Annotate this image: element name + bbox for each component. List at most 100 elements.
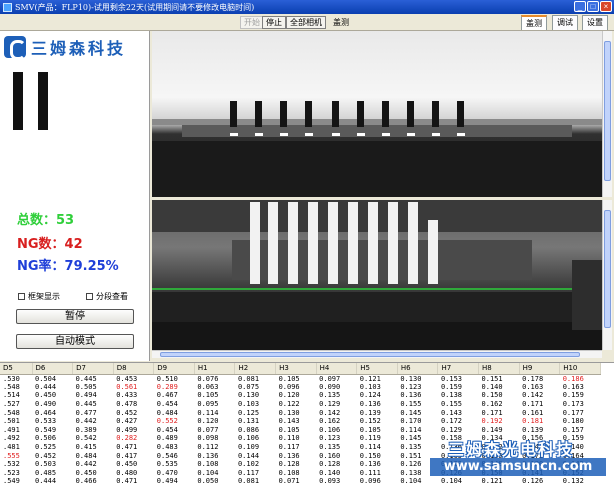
table-cell: 0.466 [75,477,97,484]
table-cell: 0.120 [197,417,219,426]
table-cell: .501 [3,417,20,426]
table-row[interactable]: .491 0.549 0.389 0.499 0.454 0.077 0.086 0.105 0… [0,426,600,435]
all-cameras-button[interactable]: 全部相机 [286,16,326,29]
table-cell: 0.131 [237,417,260,426]
table-row[interactable]: .532 0.503 0.442 0.450 0.535 0.108 0.102 0.128 0… [0,460,600,469]
table-cell: 0.103 [237,400,260,409]
start-button[interactable]: 开始 [240,16,264,29]
show-frame-checkbox[interactable]: 框架显示 [18,291,60,302]
column-header[interactable]: H5 [356,363,398,375]
column-header[interactable]: D8 [113,363,155,375]
step-view-checkbox[interactable]: 分段查看 [86,291,128,302]
measurement-table[interactable]: D5 D6 D7 D8 D9 H1 H2 H3 H4 H5 H6 H7 H8 H9 H10 .530 0.50… [0,362,614,484]
total-count: 总数：53 [17,213,75,228]
table-cell: 0.120 [278,391,300,400]
status-indicator-bar [38,72,48,130]
maximize-button[interactable]: □ [587,1,599,12]
table-cell: 0.093 [319,477,341,484]
minimize-button[interactable]: _ [574,1,586,12]
table-cell: 0.071 [278,477,300,484]
auto-mode-button[interactable]: 自动模式 [16,334,134,349]
camera-bottom-horizontal-scrollbar[interactable] [152,350,602,358]
table-row[interactable]: .523 0.485 0.450 0.480 0.470 0.104 0.117 0.108 0… [0,469,600,478]
table-cell: 0.129 [319,400,341,409]
table-cell: 0.112 [197,443,219,452]
table-cell: 0.494 [156,477,178,484]
table-cell: 0.117 [278,443,300,452]
scrollbar-thumb[interactable] [160,352,580,357]
table-cell: 0.453 [116,374,138,383]
column-header[interactable]: D5 [0,363,33,375]
tab-inspection[interactable]: 盖测 [521,15,547,30]
table-cell: 0.552 [156,417,178,426]
stop-button[interactable]: 停止 [262,16,286,29]
table-cell: 0.178 [522,374,544,383]
table-cell: 0.138 [440,391,463,400]
table-cell: 0.478 [116,400,138,409]
close-button[interactable]: × [600,1,612,12]
table-cell: 0.289 [156,382,178,391]
column-header[interactable]: H10 [559,363,601,375]
table-cell: 0.105 [278,425,300,434]
camera-top-vertical-scrollbar[interactable] [602,31,612,197]
table-cell: 0.090 [319,382,341,391]
table-cell: 0.159 [562,434,584,443]
table-cell: 0.135 [319,391,341,400]
column-header[interactable]: H6 [397,363,439,375]
table-cell: 0.484 [156,408,178,417]
column-header[interactable]: H1 [194,363,236,375]
camera-bottom-vertical-scrollbar[interactable] [602,200,612,350]
table-row[interactable]: .481 0.525 0.415 0.471 0.483 0.112 0.109 0.117 0… [0,443,600,452]
column-header[interactable]: H8 [478,363,520,375]
table-cell: 0.177 [562,408,584,417]
table-cell: 0.165 [481,451,503,460]
column-header[interactable]: H4 [316,363,358,375]
camera-view-bottom[interactable] [152,200,602,358]
left-panel: 三姆森科技 总数：53 NG数：42 NG率：79.25% 框架显示 分段查看 … [0,31,150,361]
table-header-row: D5 D6 D7 D8 D9 H1 H2 H3 H4 H5 H6 H7 H8 H9 H10 [0,363,601,375]
table-cell: 0.152 [359,417,381,426]
table-cell: 0.063 [197,382,219,391]
table-cell: 0.470 [156,468,178,477]
column-header[interactable]: D6 [32,363,74,375]
pause-button[interactable]: 暂停 [16,309,134,324]
table-cell: 0.117 [237,468,260,477]
step-view-label: 分段查看 [96,292,128,301]
table-cell: .548 [3,408,20,417]
column-header[interactable]: D9 [153,363,195,375]
table-cell: 0.427 [116,417,138,426]
column-header[interactable]: D7 [72,363,114,375]
column-header[interactable]: H2 [234,363,277,375]
window-title: SMV(产品：FLP10)-试用剩余22天(试用期间请不要修改电脑时间) [15,2,255,12]
table-cell: 0.415 [75,443,97,452]
table-cell: 0.123 [400,382,422,391]
table-cell: 0.155 [440,400,463,409]
table-row[interactable]: .530 0.504 0.445 0.453 0.510 0.076 0.081 0.105 0… [0,374,600,383]
tab-settings[interactable]: 设置 [582,15,608,30]
table-row[interactable]: .548 0.464 0.477 0.452 0.484 0.114 0.125 0.130 0… [0,408,600,417]
table-cell: 0.132 [481,443,503,452]
table-cell: 0.098 [197,434,219,443]
table-row[interactable]: .514 0.450 0.494 0.433 0.467 0.105 0.130 0.120 0… [0,391,600,400]
scrollbar-thumb[interactable] [604,41,611,181]
table-row[interactable]: .501 0.533 0.442 0.427 0.552 0.120 0.131 0.143 0… [0,417,600,426]
table-cell: 0.484 [75,451,97,460]
table-row[interactable]: .492 0.506 0.542 0.282 0.489 0.098 0.106 0.110 0… [0,434,600,443]
camera-view-top[interactable] [152,31,602,197]
checkbox-icon[interactable] [18,293,25,300]
column-header[interactable]: H9 [519,363,561,375]
tab-debug[interactable]: 调试 [552,15,578,30]
table-cell: 0.106 [319,425,341,434]
checkbox-icon[interactable] [86,293,93,300]
column-header[interactable]: H3 [275,363,317,375]
table-cell: .523 [3,468,20,477]
table-cell: 0.162 [481,400,503,409]
table-cell: 0.150 [481,468,503,477]
table-row[interactable]: .548 0.444 0.505 0.561 0.289 0.063 0.075 0.096 0… [0,383,600,392]
table-row[interactable]: .555 0.452 0.484 0.417 0.546 0.136 0.144 0.136 0… [0,451,600,460]
table-cell: 0.450 [116,460,138,469]
scrollbar-thumb[interactable] [604,210,611,328]
table-row[interactable]: .527 0.490 0.445 0.478 0.454 0.095 0.103 0.122 0… [0,400,600,409]
table-row[interactable]: .549 0.444 0.466 0.471 0.494 0.050 0.081 0.071 0… [0,477,600,484]
column-header[interactable]: H7 [437,363,480,375]
